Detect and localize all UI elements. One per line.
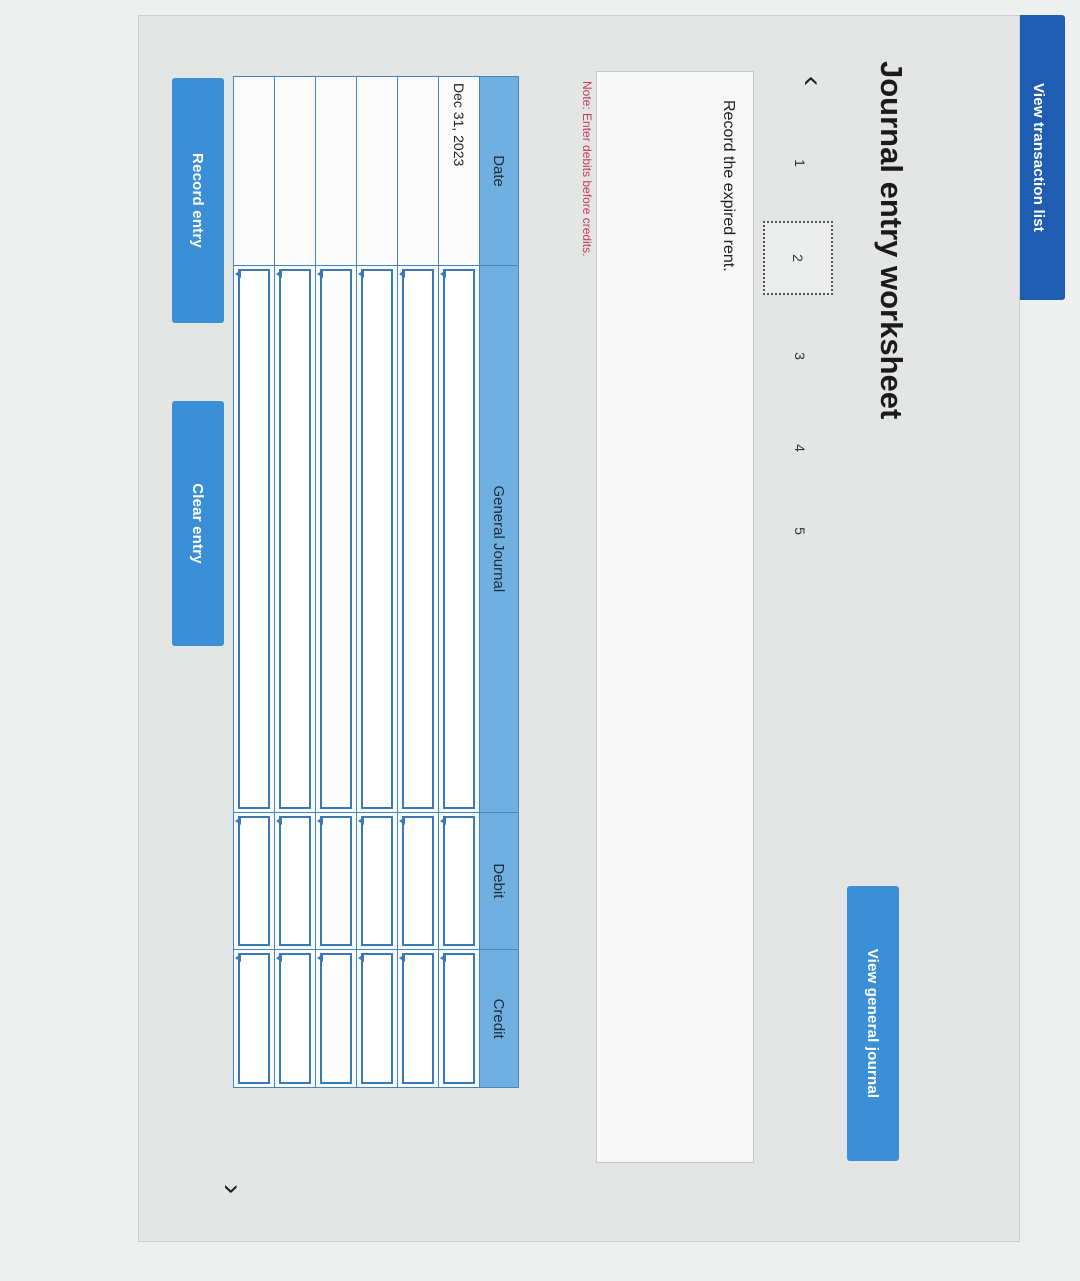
entry-pager: ‹ 1 2 3 4 5 ›: [216, 76, 839, 1196]
debit-input[interactable]: [317, 815, 352, 947]
debit-input[interactable]: [399, 815, 434, 947]
dropdown-caret-icon: [399, 954, 405, 963]
dropdown-caret-icon: [440, 270, 446, 279]
account-select[interactable]: [276, 269, 311, 809]
debit-field[interactable]: [438, 812, 480, 950]
journal-header-row: Date General Journal Debit Credit: [479, 76, 519, 1088]
page-label: 1: [792, 159, 808, 167]
table-row: Dec 31, 2023: [438, 76, 480, 1088]
dropdown-caret-icon: [235, 270, 241, 279]
page-label: 3: [792, 352, 808, 360]
dropdown-caret-icon: [276, 816, 282, 825]
dropdown-caret-icon: [317, 954, 323, 963]
page-title: Journal entry worksheet: [874, 61, 909, 420]
date-cell: [315, 76, 357, 266]
date-cell: Dec 31, 2023: [438, 76, 480, 266]
credit-input[interactable]: [440, 953, 475, 1084]
column-debit: Debit: [479, 812, 519, 950]
credit-field[interactable]: [274, 949, 316, 1088]
column-general-journal: General Journal: [479, 265, 519, 813]
dropdown-caret-icon: [317, 270, 323, 279]
dropdown-caret-icon: [358, 270, 364, 279]
table-row: [315, 76, 357, 1088]
credit-field[interactable]: [397, 949, 439, 1088]
account-field[interactable]: [438, 265, 480, 813]
dropdown-caret-icon: [399, 816, 405, 825]
account-field[interactable]: [356, 265, 398, 813]
credit-field[interactable]: [315, 949, 357, 1088]
dropdown-caret-icon: [399, 270, 405, 279]
record-entry-button[interactable]: Record entry: [172, 78, 224, 323]
column-date: Date: [479, 76, 519, 266]
account-field[interactable]: [233, 265, 275, 813]
page-2[interactable]: 2: [763, 221, 833, 295]
credit-field[interactable]: [233, 949, 275, 1088]
debit-input[interactable]: [358, 815, 393, 947]
debit-input[interactable]: [440, 815, 475, 947]
page-5[interactable]: 5: [767, 496, 833, 566]
debit-field[interactable]: [274, 812, 316, 950]
credit-input[interactable]: [358, 953, 393, 1084]
dropdown-caret-icon: [358, 816, 364, 825]
account-field[interactable]: [397, 265, 439, 813]
debit-field[interactable]: [233, 812, 275, 950]
journal-table: Date General Journal Debit Credit Dec 31…: [233, 76, 519, 1088]
instruction-text: Record the expired rent.: [720, 100, 737, 272]
debit-input[interactable]: [276, 815, 311, 947]
dropdown-caret-icon: [440, 954, 446, 963]
table-row: [274, 76, 316, 1088]
account-select[interactable]: [235, 269, 270, 809]
account-select[interactable]: [317, 269, 352, 809]
table-row: [397, 76, 439, 1088]
account-field[interactable]: [274, 265, 316, 813]
dropdown-caret-icon: [317, 816, 323, 825]
debit-field[interactable]: [397, 812, 439, 950]
date-cell: [356, 76, 398, 266]
account-field[interactable]: [315, 265, 357, 813]
credit-input[interactable]: [235, 953, 270, 1084]
prev-arrow-icon[interactable]: ‹: [795, 76, 829, 86]
date-cell: [397, 76, 439, 266]
view-general-journal-button[interactable]: View general journal: [847, 886, 899, 1161]
page-label: 5: [792, 527, 808, 535]
dropdown-caret-icon: [276, 270, 282, 279]
date-cell: [274, 76, 316, 266]
account-select[interactable]: [358, 269, 393, 809]
table-row: [233, 76, 275, 1088]
page-label: 2: [790, 254, 806, 262]
date-cell: [233, 76, 275, 266]
column-credit: Credit: [479, 949, 519, 1088]
dropdown-caret-icon: [440, 816, 446, 825]
credit-field[interactable]: [438, 949, 480, 1088]
dropdown-caret-icon: [235, 954, 241, 963]
credit-input[interactable]: [317, 953, 352, 1084]
page-1[interactable]: 1: [767, 128, 833, 198]
instruction-box: Record the expired rent.: [596, 71, 754, 1163]
view-transaction-list-button[interactable]: View transaction list: [1013, 15, 1065, 300]
debit-field[interactable]: [356, 812, 398, 950]
clear-entry-button[interactable]: Clear entry: [172, 401, 224, 646]
table-row: [356, 76, 398, 1088]
credit-input[interactable]: [399, 953, 434, 1084]
worksheet-panel: Journal entry worksheet ‹ 1 2 3 4 5 › Re…: [138, 15, 1020, 1242]
note-text: Note: Enter debits before credits.: [580, 81, 594, 257]
credit-field[interactable]: [356, 949, 398, 1088]
dropdown-caret-icon: [276, 954, 282, 963]
account-select[interactable]: [440, 269, 475, 809]
dropdown-caret-icon: [235, 816, 241, 825]
page-3[interactable]: 3: [767, 321, 833, 391]
next-arrow-icon[interactable]: ›: [215, 1184, 249, 1194]
dropdown-caret-icon: [358, 954, 364, 963]
debit-field[interactable]: [315, 812, 357, 950]
credit-input[interactable]: [276, 953, 311, 1084]
page-4[interactable]: 4: [767, 413, 833, 483]
account-select[interactable]: [399, 269, 434, 809]
debit-input[interactable]: [235, 815, 270, 947]
worksheet-window: View transaction list Journal entry work…: [0, 0, 1080, 1281]
page-label: 4: [792, 444, 808, 452]
